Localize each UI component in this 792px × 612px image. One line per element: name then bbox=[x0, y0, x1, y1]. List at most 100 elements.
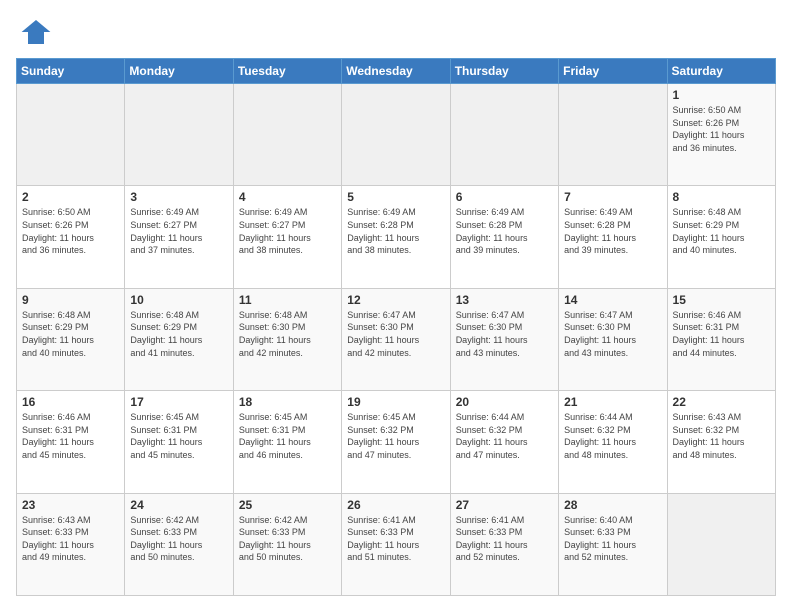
logo bbox=[16, 16, 52, 48]
day-number: 24 bbox=[130, 498, 227, 512]
day-info: Sunrise: 6:47 AM Sunset: 6:30 PM Dayligh… bbox=[456, 309, 553, 359]
day-number: 6 bbox=[456, 190, 553, 204]
day-cell: 24 Sunrise: 6:42 AM Sunset: 6:33 PM Dayli… bbox=[125, 493, 233, 595]
day-cell: 9 Sunrise: 6:48 AM Sunset: 6:29 PM Daylig… bbox=[17, 288, 125, 390]
weekday-monday: Monday bbox=[125, 59, 233, 84]
day-cell: 4 Sunrise: 6:49 AM Sunset: 6:27 PM Daylig… bbox=[233, 186, 341, 288]
calendar-page: SundayMondayTuesdayWednesdayThursdayFrid… bbox=[0, 0, 792, 612]
day-info: Sunrise: 6:48 AM Sunset: 6:29 PM Dayligh… bbox=[22, 309, 119, 359]
day-number: 25 bbox=[239, 498, 336, 512]
day-number: 28 bbox=[564, 498, 661, 512]
weekday-header-row: SundayMondayTuesdayWednesdayThursdayFrid… bbox=[17, 59, 776, 84]
day-info: Sunrise: 6:41 AM Sunset: 6:33 PM Dayligh… bbox=[456, 514, 553, 564]
day-info: Sunrise: 6:48 AM Sunset: 6:30 PM Dayligh… bbox=[239, 309, 336, 359]
day-info: Sunrise: 6:47 AM Sunset: 6:30 PM Dayligh… bbox=[564, 309, 661, 359]
day-number: 17 bbox=[130, 395, 227, 409]
day-info: Sunrise: 6:46 AM Sunset: 6:31 PM Dayligh… bbox=[22, 411, 119, 461]
day-cell: 10 Sunrise: 6:48 AM Sunset: 6:29 PM Dayli… bbox=[125, 288, 233, 390]
day-number: 18 bbox=[239, 395, 336, 409]
weekday-tuesday: Tuesday bbox=[233, 59, 341, 84]
day-number: 5 bbox=[347, 190, 444, 204]
day-info: Sunrise: 6:44 AM Sunset: 6:32 PM Dayligh… bbox=[564, 411, 661, 461]
day-cell bbox=[450, 84, 558, 186]
week-row-1: 2 Sunrise: 6:50 AM Sunset: 6:26 PM Daylig… bbox=[17, 186, 776, 288]
day-info: Sunrise: 6:45 AM Sunset: 6:32 PM Dayligh… bbox=[347, 411, 444, 461]
day-cell: 18 Sunrise: 6:45 AM Sunset: 6:31 PM Dayli… bbox=[233, 391, 341, 493]
day-number: 26 bbox=[347, 498, 444, 512]
day-info: Sunrise: 6:49 AM Sunset: 6:28 PM Dayligh… bbox=[456, 206, 553, 256]
week-row-3: 16 Sunrise: 6:46 AM Sunset: 6:31 PM Dayli… bbox=[17, 391, 776, 493]
day-info: Sunrise: 6:49 AM Sunset: 6:28 PM Dayligh… bbox=[564, 206, 661, 256]
day-cell: 3 Sunrise: 6:49 AM Sunset: 6:27 PM Daylig… bbox=[125, 186, 233, 288]
day-info: Sunrise: 6:40 AM Sunset: 6:33 PM Dayligh… bbox=[564, 514, 661, 564]
day-number: 27 bbox=[456, 498, 553, 512]
day-cell bbox=[342, 84, 450, 186]
week-row-0: 1Sunrise: 6:50 AM Sunset: 6:26 PM Daylig… bbox=[17, 84, 776, 186]
day-info: Sunrise: 6:48 AM Sunset: 6:29 PM Dayligh… bbox=[130, 309, 227, 359]
day-number: 3 bbox=[130, 190, 227, 204]
day-cell: 26 Sunrise: 6:41 AM Sunset: 6:33 PM Dayli… bbox=[342, 493, 450, 595]
day-cell: 2 Sunrise: 6:50 AM Sunset: 6:26 PM Daylig… bbox=[17, 186, 125, 288]
day-info: Sunrise: 6:49 AM Sunset: 6:27 PM Dayligh… bbox=[239, 206, 336, 256]
day-info: Sunrise: 6:43 AM Sunset: 6:32 PM Dayligh… bbox=[673, 411, 770, 461]
day-cell: 20 Sunrise: 6:44 AM Sunset: 6:32 PM Dayli… bbox=[450, 391, 558, 493]
day-cell: 14 Sunrise: 6:47 AM Sunset: 6:30 PM Dayli… bbox=[559, 288, 667, 390]
weekday-sunday: Sunday bbox=[17, 59, 125, 84]
day-cell: 1Sunrise: 6:50 AM Sunset: 6:26 PM Daylig… bbox=[667, 84, 775, 186]
day-cell: 5 Sunrise: 6:49 AM Sunset: 6:28 PM Daylig… bbox=[342, 186, 450, 288]
day-cell: 16 Sunrise: 6:46 AM Sunset: 6:31 PM Dayli… bbox=[17, 391, 125, 493]
day-number: 16 bbox=[22, 395, 119, 409]
logo-icon bbox=[20, 16, 52, 48]
day-cell: 21 Sunrise: 6:44 AM Sunset: 6:32 PM Dayli… bbox=[559, 391, 667, 493]
day-number: 7 bbox=[564, 190, 661, 204]
day-cell: 11 Sunrise: 6:48 AM Sunset: 6:30 PM Dayli… bbox=[233, 288, 341, 390]
day-cell bbox=[667, 493, 775, 595]
day-number: 4 bbox=[239, 190, 336, 204]
day-number: 20 bbox=[456, 395, 553, 409]
day-info: Sunrise: 6:45 AM Sunset: 6:31 PM Dayligh… bbox=[130, 411, 227, 461]
day-number: 2 bbox=[22, 190, 119, 204]
week-row-4: 23 Sunrise: 6:43 AM Sunset: 6:33 PM Dayli… bbox=[17, 493, 776, 595]
day-cell: 23 Sunrise: 6:43 AM Sunset: 6:33 PM Dayli… bbox=[17, 493, 125, 595]
day-number: 14 bbox=[564, 293, 661, 307]
day-cell bbox=[125, 84, 233, 186]
weekday-saturday: Saturday bbox=[667, 59, 775, 84]
day-cell: 25 Sunrise: 6:42 AM Sunset: 6:33 PM Dayli… bbox=[233, 493, 341, 595]
calendar-table: SundayMondayTuesdayWednesdayThursdayFrid… bbox=[16, 58, 776, 596]
weekday-wednesday: Wednesday bbox=[342, 59, 450, 84]
day-info: Sunrise: 6:49 AM Sunset: 6:27 PM Dayligh… bbox=[130, 206, 227, 256]
day-cell bbox=[17, 84, 125, 186]
day-number: 12 bbox=[347, 293, 444, 307]
day-number: 11 bbox=[239, 293, 336, 307]
day-number: 22 bbox=[673, 395, 770, 409]
day-info: Sunrise: 6:42 AM Sunset: 6:33 PM Dayligh… bbox=[239, 514, 336, 564]
day-info: Sunrise: 6:46 AM Sunset: 6:31 PM Dayligh… bbox=[673, 309, 770, 359]
day-number: 9 bbox=[22, 293, 119, 307]
day-info: Sunrise: 6:49 AM Sunset: 6:28 PM Dayligh… bbox=[347, 206, 444, 256]
day-cell: 22 Sunrise: 6:43 AM Sunset: 6:32 PM Dayli… bbox=[667, 391, 775, 493]
day-info: Sunrise: 6:41 AM Sunset: 6:33 PM Dayligh… bbox=[347, 514, 444, 564]
day-number: 15 bbox=[673, 293, 770, 307]
day-info: Sunrise: 6:50 AM Sunset: 6:26 PM Dayligh… bbox=[22, 206, 119, 256]
day-info: Sunrise: 6:44 AM Sunset: 6:32 PM Dayligh… bbox=[456, 411, 553, 461]
day-cell: 15 Sunrise: 6:46 AM Sunset: 6:31 PM Dayli… bbox=[667, 288, 775, 390]
weekday-friday: Friday bbox=[559, 59, 667, 84]
day-info: Sunrise: 6:42 AM Sunset: 6:33 PM Dayligh… bbox=[130, 514, 227, 564]
day-cell: 13Sunrise: 6:47 AM Sunset: 6:30 PM Dayli… bbox=[450, 288, 558, 390]
weekday-thursday: Thursday bbox=[450, 59, 558, 84]
week-row-2: 9 Sunrise: 6:48 AM Sunset: 6:29 PM Daylig… bbox=[17, 288, 776, 390]
day-cell: 12 Sunrise: 6:47 AM Sunset: 6:30 PM Dayli… bbox=[342, 288, 450, 390]
day-info: Sunrise: 6:45 AM Sunset: 6:31 PM Dayligh… bbox=[239, 411, 336, 461]
header bbox=[16, 16, 776, 48]
day-number: 23 bbox=[22, 498, 119, 512]
day-number: 1 bbox=[673, 88, 770, 102]
day-number: 8 bbox=[673, 190, 770, 204]
day-cell: 17 Sunrise: 6:45 AM Sunset: 6:31 PM Dayli… bbox=[125, 391, 233, 493]
day-number: 21 bbox=[564, 395, 661, 409]
day-number: 10 bbox=[130, 293, 227, 307]
day-info: Sunrise: 6:47 AM Sunset: 6:30 PM Dayligh… bbox=[347, 309, 444, 359]
day-cell: 6 Sunrise: 6:49 AM Sunset: 6:28 PM Daylig… bbox=[450, 186, 558, 288]
day-info: Sunrise: 6:43 AM Sunset: 6:33 PM Dayligh… bbox=[22, 514, 119, 564]
day-cell bbox=[233, 84, 341, 186]
day-cell: 8Sunrise: 6:48 AM Sunset: 6:29 PM Daylig… bbox=[667, 186, 775, 288]
